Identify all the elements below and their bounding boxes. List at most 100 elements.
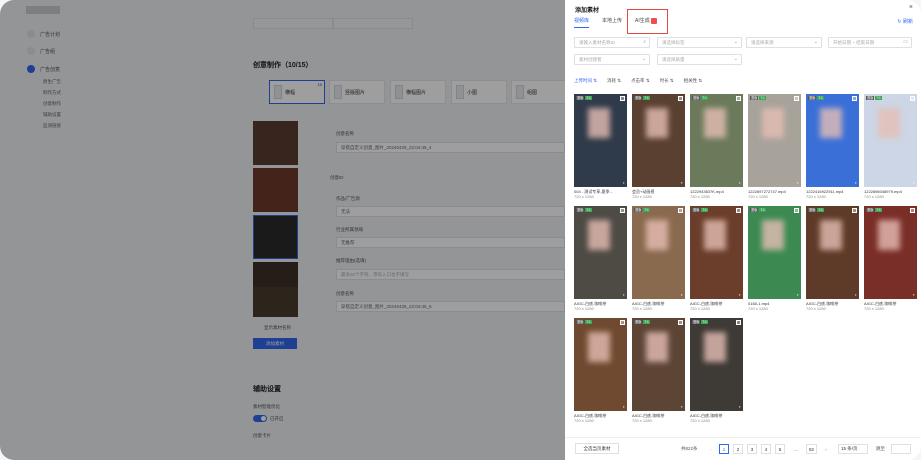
modal-overlay[interactable] — [0, 0, 565, 460]
creator-select[interactable]: 素材创建者 ⌄ — [574, 54, 650, 65]
material-thumbnail[interactable]: 竖版 7:1 ✦ — [748, 94, 801, 187]
material-thumbnail[interactable]: 竖版 7:1 ✦ — [690, 318, 743, 411]
select-checkbox[interactable] — [620, 208, 625, 213]
select-checkbox[interactable] — [620, 320, 625, 325]
tag-label: 7:1 — [701, 208, 708, 212]
material-card[interactable]: 竖版 7:1 ✦ 0165-1.mp4 720 x 1280 — [748, 206, 801, 311]
select-checkbox[interactable] — [736, 96, 741, 101]
ai-icon: ✦ — [854, 181, 857, 185]
page-ellipsis[interactable]: ... — [791, 444, 801, 454]
search-input[interactable]: 请输入素材名称ID ⌕ — [574, 37, 650, 48]
material-thumbnail[interactable]: 竖版 7:1 ✦ — [632, 94, 685, 187]
material-dimensions: 720 x 1280 — [748, 194, 768, 199]
tag-label: 7:1 — [643, 96, 650, 100]
select-checkbox[interactable] — [852, 208, 857, 213]
material-tags: 竖版 7:1 — [866, 96, 882, 100]
select-checkbox[interactable] — [852, 96, 857, 101]
material-card[interactable]: 竖版 7:1 ✦ AIGC-白底-咖啡茶 720 x 1280 — [806, 206, 859, 311]
material-card[interactable]: 竖版 7:1 ✦ 1222943637K.mp4 720 x 1280 — [690, 94, 743, 199]
sort-duration[interactable]: 时长 ⇅ — [660, 78, 674, 84]
material-thumbnail[interactable]: 竖版 7:1 ✦ — [574, 318, 627, 411]
material-tags: 竖版 7:1 — [692, 208, 708, 212]
material-tags: 竖版 7:1 — [576, 96, 592, 100]
select-checkbox[interactable] — [910, 208, 915, 213]
material-card[interactable]: 竖版 7:1 ✦ AIGC-白底-咖啡茶 720 x 1280 — [574, 206, 627, 311]
next-page-button[interactable]: › — [821, 444, 831, 454]
ai-icon: ✦ — [738, 181, 741, 185]
page-5[interactable]: 5 — [775, 444, 785, 454]
select-checkbox[interactable] — [736, 320, 741, 325]
material-thumbnail[interactable]: 竖版 7:1 ✦ — [632, 318, 685, 411]
material-thumbnail[interactable]: 竖版 7:1 ✦ — [748, 206, 801, 299]
material-thumbnail[interactable]: 竖版 7:1 ✦ — [690, 94, 743, 187]
material-dimensions: 720 x 1280 — [806, 194, 826, 199]
prev-page-button[interactable]: ‹ — [706, 444, 716, 454]
material-dimensions: 720 x 1280 — [632, 418, 652, 423]
refresh-button[interactable]: ↻ 刷新 — [897, 18, 913, 25]
tag-label: 7:1 — [875, 96, 882, 100]
tab-video-library[interactable]: 视频库 — [574, 17, 590, 28]
material-dimensions: 720 x 1280 — [690, 194, 710, 199]
material-card[interactable]: 竖版 7:1 ✦ AIGC-白底-咖啡茶 720 x 1280 — [690, 206, 743, 311]
quality-select[interactable]: 请选择质量 ⌄ — [657, 54, 742, 65]
select-checkbox[interactable] — [678, 208, 683, 213]
sort-upload-time[interactable]: 上传时间 ⇅ — [574, 78, 597, 84]
select-checkbox[interactable] — [794, 208, 799, 213]
select-checkbox[interactable] — [678, 96, 683, 101]
material-thumbnail[interactable]: 竖版 7:1 ✦ — [864, 206, 917, 299]
material-card[interactable]: 竖版 7:1 ✦ AIGC-白底-咖啡茶 720 x 1280 — [632, 318, 685, 423]
material-thumbnail[interactable]: 竖版 7:1 ✦ — [806, 206, 859, 299]
material-card[interactable]: 竖版 7:1 ✦ 会员+动画视 720 x 1280 — [632, 94, 685, 199]
select-checkbox[interactable] — [736, 208, 741, 213]
ai-icon: ✦ — [622, 293, 625, 297]
page-3[interactable]: 3 — [747, 444, 757, 454]
material-thumbnail[interactable]: 竖版 7:1 ✦ — [806, 94, 859, 187]
sort-cost[interactable]: 消耗 ⇅ — [607, 78, 621, 84]
select-checkbox[interactable] — [794, 96, 799, 101]
ai-icon: ✦ — [854, 293, 857, 297]
material-dimensions: 720 x 1280 — [690, 306, 710, 311]
material-card[interactable]: 竖版 7:1 ✦ AIGC-白底-咖啡茶 720 x 1280 — [690, 318, 743, 423]
blurred-face — [588, 332, 610, 362]
select-all-button[interactable]: 全选当页素材 — [575, 443, 619, 454]
page-last[interactable]: 82 — [806, 444, 818, 454]
material-card[interactable]: 竖版 7:1 ✦ 1222416922911.mp4 720 x 1280 — [806, 94, 859, 199]
sort-ctr[interactable]: 点击率 ⇅ — [631, 78, 650, 84]
material-tags: 竖版 7:1 — [808, 96, 824, 100]
tag-label: 7:1 — [643, 320, 650, 324]
page-2[interactable]: 2 — [733, 444, 743, 454]
material-thumbnail[interactable]: 竖版 7:1 ✦ — [864, 94, 917, 187]
sort-relevance[interactable]: 相关性 ⇅ — [684, 78, 703, 84]
page-size-select[interactable]: 15 条/页 — [838, 444, 868, 454]
material-card[interactable]: 竖版 7:1 ✦ AIGC-白底-咖啡茶 720 x 1280 — [632, 206, 685, 311]
material-thumbnail[interactable]: 竖版 7:1 ✦ — [574, 94, 627, 187]
material-tags: 竖版 7:1 — [692, 96, 708, 100]
material-card[interactable]: 竖版 7:1 ✦ 1222697272747.mp4 720 x 1280 — [748, 94, 801, 199]
material-thumbnail[interactable]: 竖版 7:1 ✦ — [690, 206, 743, 299]
select-checkbox[interactable] — [620, 96, 625, 101]
chevron-down-icon: ⌄ — [733, 56, 738, 62]
tag-label: 7:1 — [585, 320, 592, 324]
close-icon[interactable]: × — [909, 4, 913, 11]
page-4[interactable]: 4 — [761, 444, 771, 454]
material-type-select[interactable]: 请选择标签 ⌄ — [657, 37, 742, 48]
tag-label: 7:1 — [701, 320, 708, 324]
tag-label: 竖版 — [634, 320, 643, 324]
ai-icon: ✦ — [738, 293, 741, 297]
material-card[interactable]: 竖版 7:1 ✦ AIGC-白底-咖啡茶 720 x 1280 — [574, 318, 627, 423]
tag-label: 竖版 — [808, 208, 817, 212]
source-select[interactable]: 请选择来源 ⌄ — [746, 37, 822, 48]
select-checkbox[interactable] — [910, 96, 915, 101]
material-card[interactable]: 竖版 7:1 ✦ 004 - 测试专享-夏季... 720 x 1280 — [574, 94, 627, 199]
material-thumbnail[interactable]: 竖版 7:1 ✦ — [632, 206, 685, 299]
material-tags: 竖版 7:1 — [750, 96, 766, 100]
tab-local-upload[interactable]: 本地上传 — [602, 17, 622, 28]
material-card[interactable]: 竖版 7:1 ✦ AIGC-白底-咖啡茶 720 x 1280 — [864, 206, 917, 311]
goto-input[interactable] — [891, 444, 911, 454]
chevron-down-icon: ⌄ — [813, 39, 818, 45]
select-checkbox[interactable] — [678, 320, 683, 325]
date-range-picker[interactable]: 开始日期 ~ 结束日期 ▭ — [828, 37, 912, 48]
page-1[interactable]: 1 — [719, 444, 729, 454]
material-card[interactable]: 竖版 7:1 ✦ 1222896048979.mp4 720 x 1280 — [864, 94, 917, 199]
material-thumbnail[interactable]: 竖版 7:1 ✦ — [574, 206, 627, 299]
